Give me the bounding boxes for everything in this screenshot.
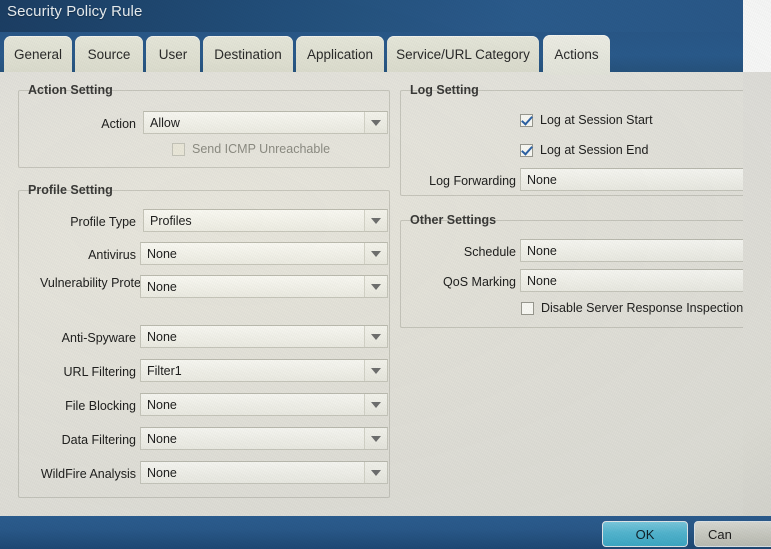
page-title: Security Policy Rule — [7, 3, 143, 20]
chevron-down-icon[interactable] — [364, 462, 387, 483]
disable-server-response-inspection-checkbox[interactable] — [521, 301, 534, 315]
file-blocking-select[interactable]: None — [140, 393, 388, 416]
tab-label: User — [158, 47, 188, 63]
tab-actions[interactable]: Actions — [543, 35, 610, 75]
anti-spyware-label: Anti-Spyware — [61, 331, 136, 345]
chevron-down-icon[interactable] — [364, 428, 387, 449]
wildfire-analysis-value: None — [147, 465, 177, 480]
send-icmp-unreachable-checkbox-row[interactable]: Send ICMP Unreachable — [172, 142, 330, 156]
action-setting-title: Action Setting — [24, 84, 118, 97]
url-filtering-select[interactable]: Filter1 — [140, 359, 388, 382]
chevron-down-icon[interactable] — [364, 326, 387, 347]
tab-destination[interactable]: Destination — [203, 36, 293, 74]
log-at-session-start-label: Log at Session Start — [540, 113, 653, 127]
tab-label: Service/URL Category — [396, 47, 530, 63]
log-setting-title: Log Setting — [406, 84, 484, 97]
schedule-value: None — [527, 243, 557, 258]
log-forwarding-label: Log Forwarding — [429, 174, 516, 188]
chevron-down-icon[interactable] — [364, 394, 387, 415]
data-filtering-value: None — [147, 431, 177, 446]
chevron-down-icon[interactable] — [364, 276, 387, 297]
log-at-session-end-label: Log at Session End — [540, 143, 649, 157]
url-filtering-label: URL Filtering — [63, 365, 136, 379]
log-forwarding-select[interactable]: None — [520, 168, 743, 191]
chevron-down-icon[interactable] — [364, 243, 387, 264]
disable-server-response-inspection-label: Disable Server Response Inspection — [541, 301, 743, 315]
schedule-label: Schedule — [463, 245, 516, 259]
log-at-session-start-checkbox-row[interactable]: Log at Session Start — [520, 113, 653, 127]
other-settings-title: Other Settings — [406, 214, 501, 227]
tab-source[interactable]: Source — [75, 36, 143, 74]
antivirus-label: Antivirus — [88, 248, 136, 262]
qos-marking-select[interactable]: None — [520, 269, 743, 292]
tab-label: Destination — [214, 47, 282, 63]
url-filtering-value: Filter1 — [147, 363, 182, 378]
qos-marking-label: QoS Marking — [443, 275, 516, 289]
security-policy-rule-dialog: Security Policy Rule General Source User… — [0, 0, 743, 549]
disable-server-response-inspection-checkbox-row[interactable]: Disable Server Response Inspection — [521, 301, 743, 315]
antivirus-select[interactable]: None — [140, 242, 388, 265]
tab-label: Application — [306, 47, 374, 63]
tab-label: Actions — [554, 47, 599, 63]
actions-tab-panel: Action Setting Action Allow Send ICMP Un… — [0, 72, 743, 516]
wildfire-analysis-select[interactable]: None — [140, 461, 388, 484]
wildfire-analysis-label: WildFire Analysis — [40, 467, 136, 481]
profile-setting-title: Profile Setting — [24, 184, 118, 197]
log-at-session-end-checkbox[interactable] — [520, 143, 533, 157]
schedule-select[interactable]: None — [520, 239, 743, 262]
tab-user[interactable]: User — [146, 36, 200, 74]
vulnerability-protection-label: Vulnerability Protection — [40, 276, 168, 290]
tab-service-url-category[interactable]: Service/URL Category — [387, 36, 539, 74]
log-at-session-end-checkbox-row[interactable]: Log at Session End — [520, 143, 648, 157]
vulnerability-protection-select[interactable]: None — [140, 275, 388, 298]
tab-general[interactable]: General — [4, 36, 72, 74]
vulnerability-protection-value: None — [147, 279, 177, 294]
tab-application[interactable]: Application — [296, 36, 384, 74]
panel-right-extension — [743, 72, 771, 516]
action-select[interactable]: Allow — [143, 111, 388, 134]
send-icmp-unreachable-label: Send ICMP Unreachable — [192, 142, 331, 156]
chevron-down-icon[interactable] — [364, 112, 387, 133]
chevron-down-icon[interactable] — [364, 360, 387, 381]
profile-type-label: Profile Type — [70, 215, 136, 229]
cancel-button[interactable]: Can — [694, 521, 771, 547]
antivirus-value: None — [147, 246, 177, 261]
chevron-down-icon[interactable] — [364, 210, 387, 231]
qos-marking-value: None — [527, 273, 557, 288]
file-blocking-value: None — [147, 397, 177, 412]
action-value: Allow — [150, 115, 180, 130]
tab-label: Source — [87, 47, 131, 63]
tab-label: General — [13, 47, 63, 63]
send-icmp-unreachable-checkbox[interactable] — [172, 142, 185, 156]
ok-button[interactable]: OK — [602, 521, 688, 547]
title-bar: Security Policy Rule — [0, 0, 743, 32]
profile-type-value: Profiles — [150, 213, 192, 228]
log-at-session-start-checkbox[interactable] — [520, 113, 533, 127]
anti-spyware-value: None — [147, 329, 177, 344]
data-filtering-label: Data Filtering — [61, 433, 136, 447]
tab-strip: General Source User Destination Applicat… — [0, 32, 743, 75]
log-forwarding-value: None — [527, 172, 557, 187]
data-filtering-select[interactable]: None — [140, 427, 388, 450]
action-label: Action — [101, 117, 136, 131]
profile-type-select[interactable]: Profiles — [143, 209, 388, 232]
dialog-footer: OK Can — [0, 516, 771, 549]
file-blocking-label: File Blocking — [65, 399, 136, 413]
anti-spyware-select[interactable]: None — [140, 325, 388, 348]
